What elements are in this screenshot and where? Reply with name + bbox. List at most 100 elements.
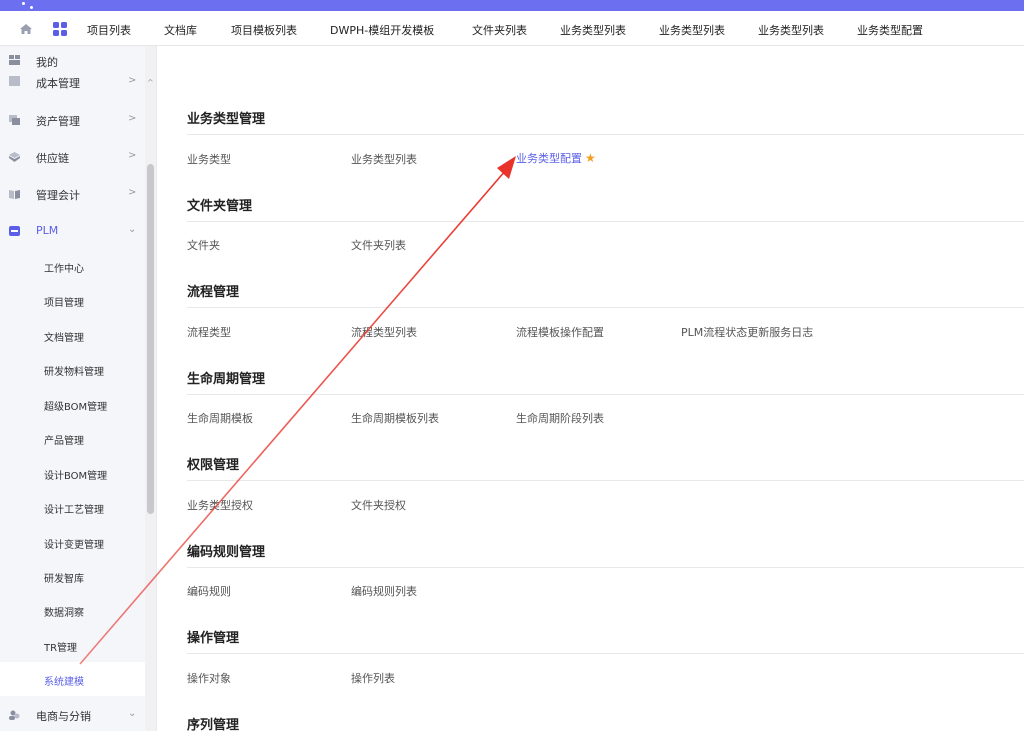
section-title: 操作管理 (187, 631, 240, 646)
dashboard-icon (9, 55, 20, 65)
sidebar-item-supply-chain[interactable]: 供应链 > (0, 140, 145, 174)
section-title: 业务类型管理 (187, 112, 266, 127)
sidebar-subitem-rd-knowledge[interactable]: 研发智库 (0, 559, 145, 593)
tab-dwph-template[interactable]: DWPH-模组开发模板 (330, 22, 434, 38)
sidebar-subitem-work-center[interactable]: 工作中心 (0, 249, 145, 283)
section-divider (187, 134, 1024, 135)
sidebar-subitem-project-management[interactable]: 项目管理 (0, 283, 145, 317)
tab-bar: 项目列表 文档库 项目模板列表 DWPH-模组开发模板 文件夹列表 业务类型列表… (0, 11, 1024, 46)
chevron-right-icon: > (128, 75, 137, 86)
sidebar-item-label: 资产管理 (36, 115, 80, 128)
menu-link[interactable]: 流程类型列表 (351, 324, 417, 340)
apps-grid-icon[interactable] (52, 21, 68, 37)
logo-dot (22, 2, 25, 5)
home-icon[interactable] (18, 21, 34, 37)
sidebar-subitem-design-bom[interactable]: 设计BOM管理 (0, 456, 145, 490)
tab-project-template-list[interactable]: 项目模板列表 (231, 22, 297, 38)
sidebar-subitem-label: 设计变更管理 (44, 540, 104, 551)
sidebar-subitem-label: 项目管理 (44, 298, 84, 309)
tab-document-library[interactable]: 文档库 (164, 22, 197, 38)
tab-folder-list[interactable]: 文件夹列表 (472, 22, 527, 38)
top-header-bar (0, 0, 1024, 11)
plm-icon (9, 226, 20, 236)
menu-link[interactable]: 编码规则 (187, 583, 231, 599)
sidebar-item-mine[interactable]: 我的 (0, 46, 145, 70)
tab-business-type-list-3[interactable]: 业务类型列表 (758, 22, 824, 38)
section-divider (187, 567, 1024, 568)
sidebar-item-label: 管理会计 (36, 189, 80, 202)
sidebar-item-asset-management[interactable]: 资产管理 > (0, 103, 145, 137)
asset-icon (9, 115, 20, 125)
chevron-down-icon: ⌄ (128, 224, 137, 235)
sidebar-subitem-label: 系统建模 (44, 677, 84, 688)
sidebar-subitem-label: TR管理 (44, 643, 78, 654)
book-icon (9, 190, 20, 199)
tab-business-type-list-1[interactable]: 业务类型列表 (560, 22, 626, 38)
section-title: 编码规则管理 (187, 545, 266, 560)
sidebar-subitem-product-management[interactable]: 产品管理 (0, 421, 145, 455)
tab-business-type-list-2[interactable]: 业务类型列表 (659, 22, 725, 38)
menu-link[interactable]: 业务类型列表 (351, 151, 417, 167)
sidebar-subitem-label: 数据洞察 (44, 608, 84, 619)
sidebar-subitem-system-modeling[interactable]: 系统建模 (0, 662, 145, 696)
menu-link[interactable]: 业务类型 (187, 151, 231, 167)
tab-project-list[interactable]: 项目列表 (87, 22, 131, 38)
sidebar-subitem-label: 研发物料管理 (44, 367, 104, 378)
sidebar-item-label: 成本管理 (36, 77, 80, 90)
section-divider (187, 480, 1024, 481)
chevron-right-icon: > (128, 187, 137, 198)
menu-link[interactable]: PLM流程状态更新服务日志 (681, 324, 813, 340)
sidebar-subitem-design-process[interactable]: 设计工艺管理 (0, 490, 145, 524)
menu-link[interactable]: 生命周期模板 (187, 410, 253, 426)
logo-dot (30, 6, 33, 9)
sidebar-item-ecommerce-distribution[interactable]: 电商与分销 ⌄ (0, 698, 145, 731)
menu-link[interactable]: 生命周期阶段列表 (516, 410, 604, 426)
section-divider (187, 307, 1024, 308)
menu-link[interactable]: 操作对象 (187, 670, 231, 686)
menu-link[interactable]: 流程类型 (187, 324, 231, 340)
sidebar-subitem-label: 产品管理 (44, 436, 84, 447)
section-title: 生命周期管理 (187, 372, 266, 387)
sidebar-item-management-accounting[interactable]: 管理会计 > (0, 177, 145, 211)
menu-link[interactable]: 文件夹列表 (351, 237, 406, 253)
menu-link-active[interactable]: 业务类型配置 ★ (516, 150, 596, 166)
section-divider (187, 221, 1024, 222)
sidebar-subitem-label: 研发智库 (44, 574, 84, 585)
menu-link-label[interactable]: 业务类型配置 (516, 152, 582, 165)
sidebar-subitem-data-insight[interactable]: 数据洞察 (0, 593, 145, 627)
menu-link[interactable]: 操作列表 (351, 670, 395, 686)
menu-link[interactable]: 流程模板操作配置 (516, 324, 604, 340)
tab-business-type-config[interactable]: 业务类型配置 (857, 22, 923, 38)
sidebar-subitem-design-change[interactable]: 设计变更管理 (0, 525, 145, 559)
section-divider (187, 394, 1024, 395)
cube-icon (9, 152, 20, 162)
chevron-down-icon: ⌄ (128, 708, 137, 719)
sidebar-item-plm[interactable]: PLM ⌄ (0, 214, 145, 248)
menu-link[interactable]: 业务类型授权 (187, 497, 253, 513)
scroll-up-icon[interactable]: ^ (147, 78, 154, 87)
menu-link[interactable]: 文件夹授权 (351, 497, 406, 513)
menu-link[interactable]: 生命周期模板列表 (351, 410, 439, 426)
people-icon (9, 710, 20, 720)
sidebar-item-cost-management[interactable]: 成本管理 > (0, 70, 145, 94)
sidebar-subitem-label: 工作中心 (44, 264, 84, 275)
sidebar-subitem-rd-material[interactable]: 研发物料管理 (0, 352, 145, 386)
sidebar-subitem-super-bom[interactable]: 超级BOM管理 (0, 387, 145, 421)
menu-link[interactable]: 文件夹 (187, 237, 220, 253)
section-title: 流程管理 (187, 285, 240, 300)
sidebar-item-label: PLM (36, 224, 59, 237)
sidebar-subitem-tr-management[interactable]: TR管理 (0, 628, 145, 662)
chevron-right-icon: > (128, 113, 137, 124)
menu-link[interactable]: 编码规则列表 (351, 583, 417, 599)
chevron-right-icon: > (128, 150, 137, 161)
sidebar-subitem-document-management[interactable]: 文档管理 (0, 318, 145, 352)
star-favorite-icon[interactable]: ★ (585, 151, 596, 165)
sidebar-subitem-label: 文档管理 (44, 333, 84, 344)
sidebar-subitem-label: 设计BOM管理 (44, 471, 108, 482)
sidebar-subitem-label: 超级BOM管理 (44, 402, 108, 413)
section-title: 权限管理 (187, 458, 240, 473)
sidebar-scrollbar-thumb[interactable] (147, 164, 154, 514)
sidebar-item-label: 我的 (36, 56, 58, 69)
sidebar-subitem-label: 设计工艺管理 (44, 505, 104, 516)
main-content: 业务类型管理 业务类型 业务类型列表 业务类型配置 ★ 文件夹管理 文件夹 文件夹… (157, 46, 1024, 733)
